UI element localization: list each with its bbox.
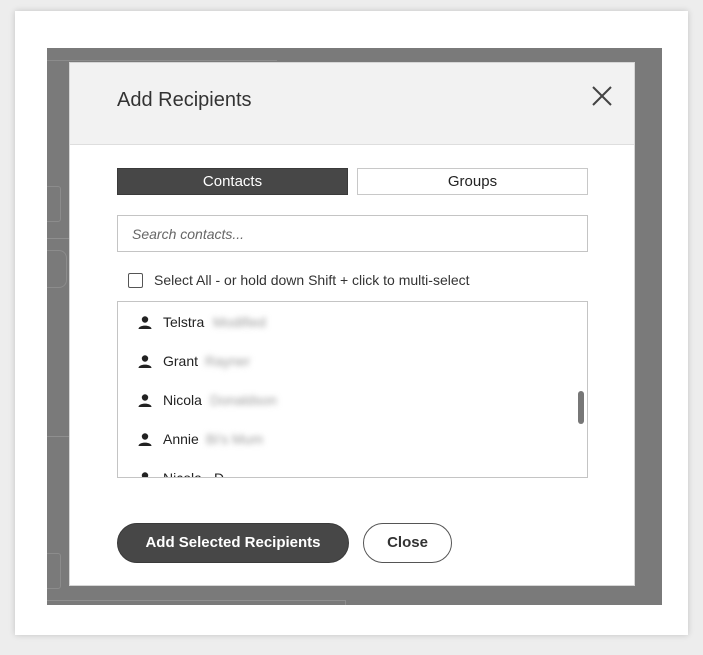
select-all-label: Select All - or hold down Shift + click … (154, 272, 470, 288)
select-all-checkbox[interactable] (128, 273, 143, 288)
add-recipients-dialog: Add Recipients Contacts Groups Select Al… (69, 62, 635, 586)
background-control (47, 553, 61, 589)
background-control (47, 250, 67, 288)
contact-first-name: Nicola (163, 470, 202, 478)
contact-last-name: Modified (213, 314, 266, 330)
close-icon[interactable] (591, 85, 613, 107)
person-icon (141, 472, 149, 477)
list-item[interactable]: Telstra Modified (118, 302, 587, 341)
background-divider (47, 600, 345, 601)
add-selected-recipients-button[interactable]: Add Selected Recipients (117, 523, 349, 563)
list-scrollbar[interactable] (578, 391, 584, 424)
close-button[interactable]: Close (363, 523, 452, 563)
background-panel (47, 48, 277, 61)
person-icon (138, 394, 152, 407)
contact-last-name: Rayner (205, 353, 251, 369)
contact-list[interactable]: Telstra Modified Grant Rayner Nicola Don… (117, 301, 588, 478)
search-input[interactable] (117, 215, 588, 252)
background-divider (47, 436, 69, 437)
dialog-title: Add Recipients (117, 89, 252, 111)
tab-groups[interactable]: Groups (357, 168, 588, 195)
background-divider (47, 238, 69, 239)
contact-first-name: Annie (163, 431, 199, 447)
contact-last-name: Donaldson (210, 392, 277, 408)
contact-first-name: Telstra (163, 314, 205, 330)
contact-last-name: Bi's Mum (206, 431, 264, 447)
list-item[interactable]: Nicola D (118, 458, 587, 478)
tab-contacts[interactable]: Contacts (117, 168, 348, 195)
background-control (47, 186, 61, 222)
background-divider (345, 600, 346, 605)
dialog-header: Add Recipients (70, 63, 634, 145)
contact-first-name: Grant (163, 353, 199, 369)
list-item[interactable]: Annie Bi's Mum (118, 419, 587, 458)
person-icon (138, 316, 152, 329)
person-icon (138, 355, 152, 368)
list-item[interactable]: Nicola Donaldson (118, 380, 587, 419)
list-item[interactable]: Grant Rayner (118, 341, 587, 380)
contact-first-name: Nicola (163, 392, 202, 408)
person-icon (138, 433, 152, 446)
contact-last-name: D (214, 470, 225, 478)
